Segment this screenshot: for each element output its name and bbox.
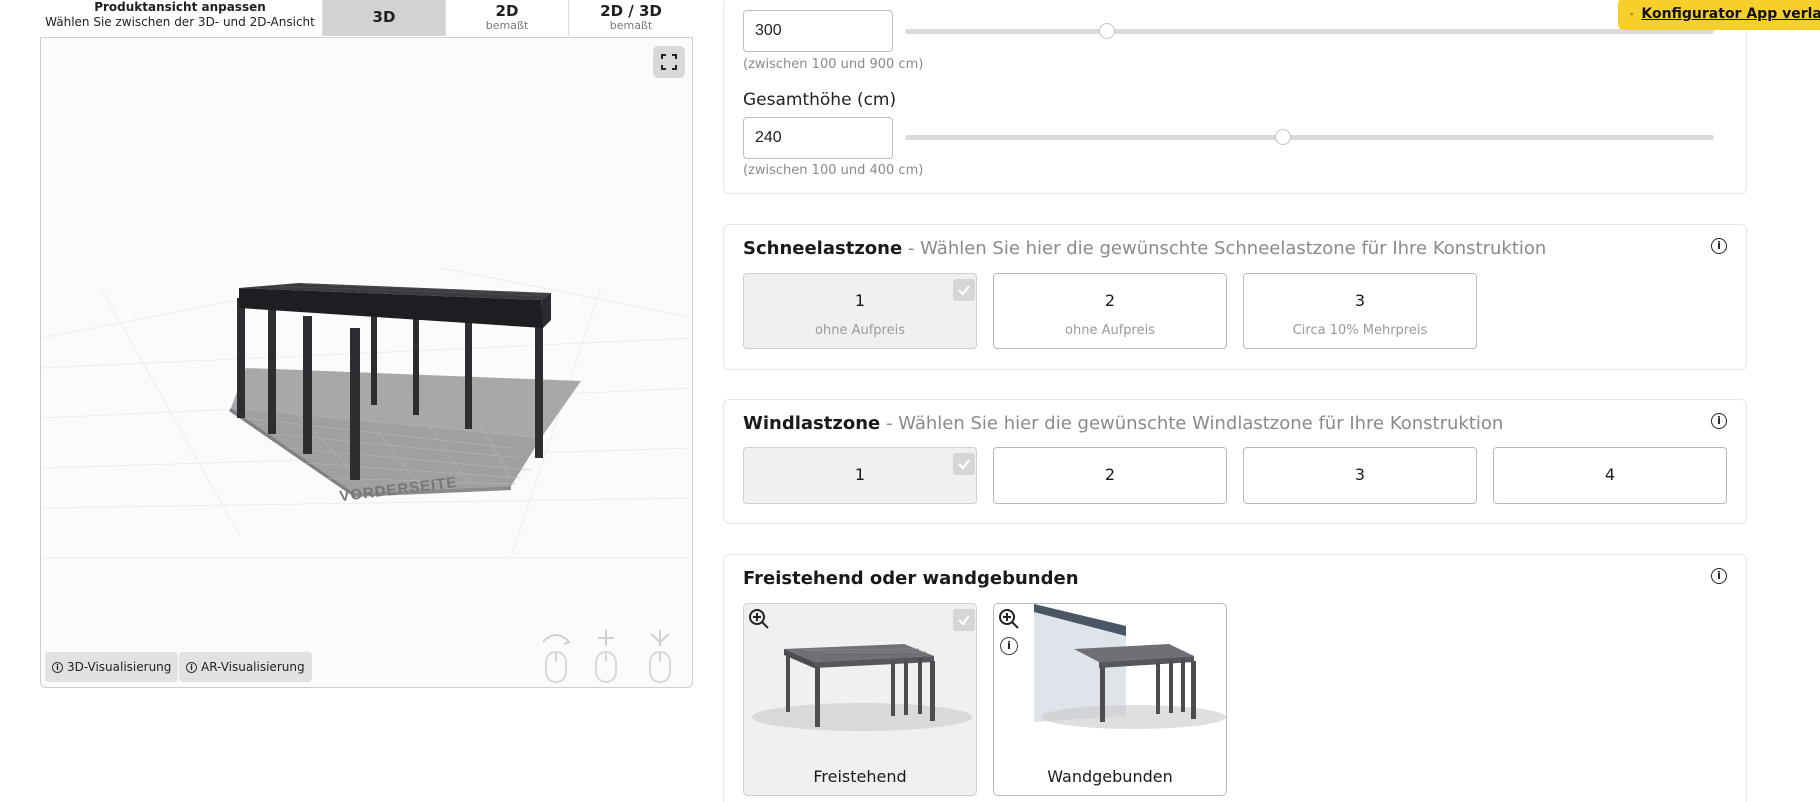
depth-slider-thumb[interactable] (1099, 23, 1116, 39)
snow-option-2-sub: ohne Aufpreis (1065, 323, 1155, 338)
depth-slider[interactable] (905, 23, 1714, 39)
tab-2d-sublabel: bemaßt (485, 19, 529, 32)
info-icon: i (186, 661, 197, 673)
view-header-subtitle: Wählen Sie zwischen der 3D- und 2D-Ansic… (45, 15, 315, 29)
depth-hint: (zwischen 100 und 900 cm) (743, 57, 924, 72)
zoom-in-icon[interactable] (998, 608, 1020, 630)
ar-visualization-label: AR-Visualisierung (201, 660, 305, 674)
check-icon (953, 279, 975, 301)
ar-visualization-button[interactable]: i AR-Visualisierung (179, 652, 312, 682)
snow-option-1-sub: ohne Aufpreis (815, 323, 905, 338)
mount-option-freestanding[interactable]: Freistehend (743, 603, 977, 796)
height-label: Gesamthöhe (cm) (743, 90, 897, 110)
snow-option-1[interactable]: 1 ohne Aufpreis (743, 273, 977, 349)
wall-mounted-carport-image (1034, 604, 1226, 729)
tab-2d-3d-label: 2D / 3D (600, 2, 662, 20)
info-icon[interactable]: i (1000, 637, 1018, 655)
mounting-heading: Freistehend oder wandgebunden (743, 568, 1079, 589)
wind-option-4[interactable]: 4 (1493, 447, 1727, 504)
view-header-text: Produktansicht anpassen Wählen Sie zwisc… (40, 0, 320, 30)
mount-option-wall[interactable]: i Wandgebunden (993, 603, 1227, 796)
tab-2d-3d[interactable]: 2D / 3D bemaßt (568, 0, 693, 36)
snow-option-3-value: 3 (1354, 291, 1366, 310)
snow-option-3-sub: Circa 10% Mehrpreis (1292, 323, 1428, 338)
wind-option-4-value: 4 (1604, 465, 1616, 484)
info-icon[interactable]: i (1711, 568, 1727, 584)
wall-mounted-label: Wandgebunden (1047, 767, 1173, 786)
snow-option-1-value: 1 (854, 291, 866, 310)
wind-option-3-value: 3 (1354, 465, 1366, 484)
wind-option-3[interactable]: 3 (1243, 447, 1477, 504)
wind-option-1-value: 1 (854, 465, 866, 484)
info-icon[interactable]: i (1711, 238, 1727, 254)
view-header: Produktansicht anpassen Wählen Sie zwisc… (0, 0, 693, 37)
3d-visualization-label: 3D-Visualisierung (67, 660, 172, 674)
zoom-in-icon[interactable] (748, 608, 770, 630)
freestanding-label: Freistehend (813, 767, 907, 786)
mounting-title: Freistehend oder wandgebunden (743, 568, 1079, 589)
check-icon (953, 609, 975, 631)
wind-load-description: - Wählen Sie hier die gewünschte Windlas… (885, 413, 1504, 434)
snow-option-2[interactable]: 2 ohne Aufpreis (993, 273, 1227, 349)
exit-configurator-button[interactable]: Konfigurator App verlassen (1618, 0, 1820, 30)
wind-load-card: Windlastzone - Wählen Sie hier die gewün… (723, 399, 1747, 524)
tab-3d-label: 3D (372, 8, 396, 26)
tab-2d-3d-sublabel: bemaßt (609, 19, 653, 32)
info-icon[interactable]: i (1711, 413, 1727, 429)
3d-visualization-button[interactable]: i 3D-Visualisierung (45, 652, 179, 682)
wind-load-title: Windlastzone (743, 413, 881, 434)
fullscreen-button[interactable] (653, 46, 685, 78)
snow-load-card: Schneelastzone - Wählen Sie hier die gew… (723, 224, 1747, 370)
expand-icon (661, 54, 677, 70)
mouse-rotate-icon (542, 634, 571, 683)
snow-option-3[interactable]: 3 Circa 10% Mehrpreis (1243, 273, 1477, 349)
wind-option-2-value: 2 (1104, 465, 1116, 484)
tab-3d[interactable]: 3D (322, 0, 445, 36)
mouse-pan-icon (595, 630, 617, 683)
carport-3d-model[interactable]: VORDERSEITE (41, 38, 693, 688)
close-icon (1630, 12, 1634, 16)
exit-configurator-label: Konfigurator App verlassen (1641, 6, 1820, 22)
3d-viewer[interactable]: VORDERSEITE i 3D-Visualisierung i AR-Vis… (40, 37, 693, 688)
height-hint: (zwischen 100 und 400 cm) (743, 163, 924, 178)
tab-2d[interactable]: 2D bemaßt (445, 0, 568, 36)
snow-load-heading: Schneelastzone - Wählen Sie hier die gew… (743, 238, 1546, 259)
height-input[interactable] (743, 117, 893, 159)
wind-option-2[interactable]: 2 (993, 447, 1227, 504)
snow-option-2-value: 2 (1104, 291, 1116, 310)
freestanding-carport-image (752, 644, 972, 731)
wind-option-1[interactable]: 1 (743, 447, 977, 504)
view-header-title: Produktansicht anpassen (94, 0, 266, 14)
depth-input[interactable] (743, 10, 893, 52)
check-icon (953, 453, 975, 475)
info-icon: i (52, 661, 63, 673)
dimensions-card: (zwischen 100 und 900 cm) Gesamthöhe (cm… (723, 0, 1747, 194)
snow-load-title: Schneelastzone (743, 238, 903, 259)
height-slider[interactable] (905, 129, 1714, 145)
mouse-zoom-icon (649, 630, 671, 683)
height-slider-thumb[interactable] (1274, 129, 1291, 145)
wind-load-heading: Windlastzone - Wählen Sie hier die gewün… (743, 413, 1503, 434)
snow-load-description: - Wählen Sie hier die gewünschte Schneel… (907, 238, 1547, 259)
tab-2d-label: 2D (495, 2, 519, 20)
